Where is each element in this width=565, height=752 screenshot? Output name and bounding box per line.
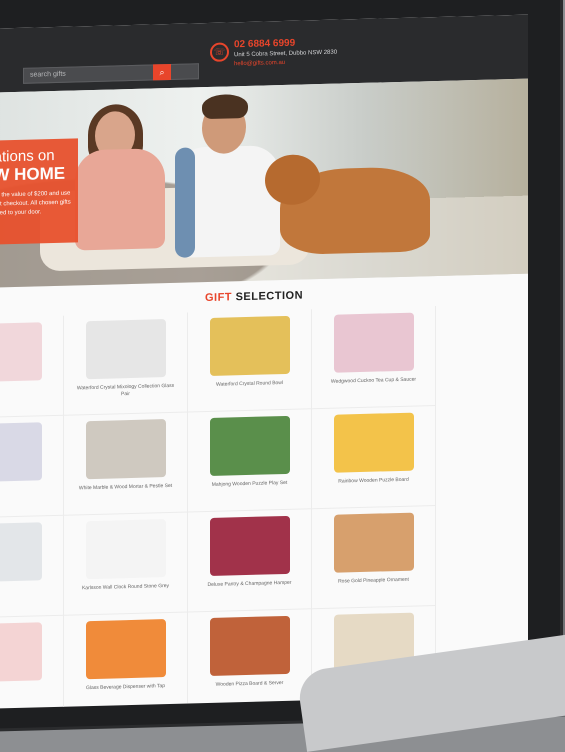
product-image[interactable] (85, 319, 166, 380)
product-caption[interactable]: Waterford Crystal Round Bowl (200, 380, 300, 390)
hero-banner[interactable]: ulations on EW HOME gifts to the value o… (0, 78, 528, 288)
product-caption[interactable]: Wooden Pizza Board & Server (200, 680, 300, 690)
product-caption[interactable] (0, 486, 52, 489)
product-card[interactable]: Waterford Crystal Round Bowl (188, 309, 312, 413)
product-caption[interactable] (0, 686, 52, 689)
product-image[interactable] (333, 412, 414, 473)
product-image[interactable] (0, 322, 42, 383)
promo-heading-line2: EW HOME (0, 163, 66, 185)
product-card[interactable] (0, 415, 64, 519)
product-caption[interactable]: Deluxe Pantry & Champagne Hamper (200, 580, 300, 590)
product-image[interactable] (209, 315, 290, 376)
product-card[interactable]: Glass Beverage Dispenser with Tap (64, 612, 188, 709)
product-card[interactable]: Wooden Pizza Board & Server (188, 609, 312, 709)
search-button[interactable]: ⌕ (153, 63, 171, 81)
product-card[interactable]: White Marble & Wood Mortar & Pestle Set (64, 412, 188, 516)
product-image[interactable] (0, 422, 42, 483)
product-card[interactable]: Deluxe Pantry & Champagne Hamper (188, 509, 312, 613)
gift-selection-title-accent: GIFT (204, 291, 233, 305)
product-caption[interactable]: Karlsson Wall Clock Round Stone Grey (76, 583, 176, 593)
product-image[interactable] (333, 512, 414, 573)
product-caption[interactable]: Rainbow Wooden Puzzle Board (324, 476, 424, 486)
gift-selection-title-rest: SELECTION (232, 289, 304, 304)
man-shirt (175, 147, 195, 258)
product-card[interactable] (0, 515, 64, 619)
product-image[interactable] (209, 615, 290, 676)
product-card[interactable] (0, 615, 64, 709)
product-image[interactable] (209, 415, 290, 476)
product-card[interactable]: Wedgwood Cuckoo Tea Cup & Saucer (312, 306, 436, 410)
product-image[interactable] (0, 622, 42, 683)
product-card[interactable]: Mahjong Wooden Puzzle Play Set (188, 409, 312, 513)
product-caption[interactable]: White Marble & Wood Mortar & Pestle Set (76, 483, 176, 493)
product-caption[interactable]: Glass Beverage Dispenser with Tap (76, 683, 176, 693)
product-image[interactable] (85, 519, 166, 580)
promo-box[interactable]: ulations on EW HOME gifts to the value o… (0, 138, 78, 245)
product-card[interactable]: Rose Gold Pineapple Ornament (312, 506, 436, 610)
product-card[interactable]: Waterford Crystal Mixology Collection Gl… (64, 312, 188, 416)
email-link[interactable]: hello@gifts.com.au (234, 60, 285, 67)
product-caption[interactable]: Waterford Crystal Mixology Collection Gl… (76, 383, 176, 400)
product-image[interactable] (0, 522, 42, 583)
product-image[interactable] (209, 515, 290, 576)
product-caption[interactable]: Wedgwood Cuckoo Tea Cup & Saucer (324, 376, 424, 386)
product-image[interactable] (333, 312, 414, 373)
store-address: Unit 5 Cobra Street, Dubbo NSW 2830 (234, 49, 338, 59)
product-caption[interactable]: Mahjong Wooden Puzzle Play Set (200, 480, 300, 490)
product-image[interactable] (85, 419, 166, 480)
search-input[interactable]: search gifts (23, 63, 199, 84)
phone-number[interactable]: 02 6884 6999 (234, 38, 295, 51)
product-card[interactable]: Karlsson Wall Clock Round Stone Grey (64, 512, 188, 616)
product-card[interactable]: Rainbow Wooden Puzzle Board (312, 406, 436, 510)
product-grid: Waterford Crystal Mixology Collection Gl… (0, 304, 528, 709)
product-image[interactable] (85, 619, 166, 680)
woman-figure (75, 148, 165, 251)
promo-description: gifts to the value of $200 and use code … (0, 190, 71, 217)
product-card[interactable] (0, 315, 64, 419)
product-caption[interactable] (0, 586, 52, 589)
product-caption[interactable]: Rose Gold Pineapple Ornament (324, 576, 424, 586)
product-caption[interactable] (0, 386, 52, 389)
laptop-frame: search gifts ⌕ ☏ 02 6884 6999 Unit 5 Cob… (0, 0, 560, 731)
phone-icon: ☏ (210, 42, 229, 62)
laptop-screen: search gifts ⌕ ☏ 02 6884 6999 Unit 5 Cob… (0, 14, 528, 709)
man-hair (202, 93, 248, 120)
